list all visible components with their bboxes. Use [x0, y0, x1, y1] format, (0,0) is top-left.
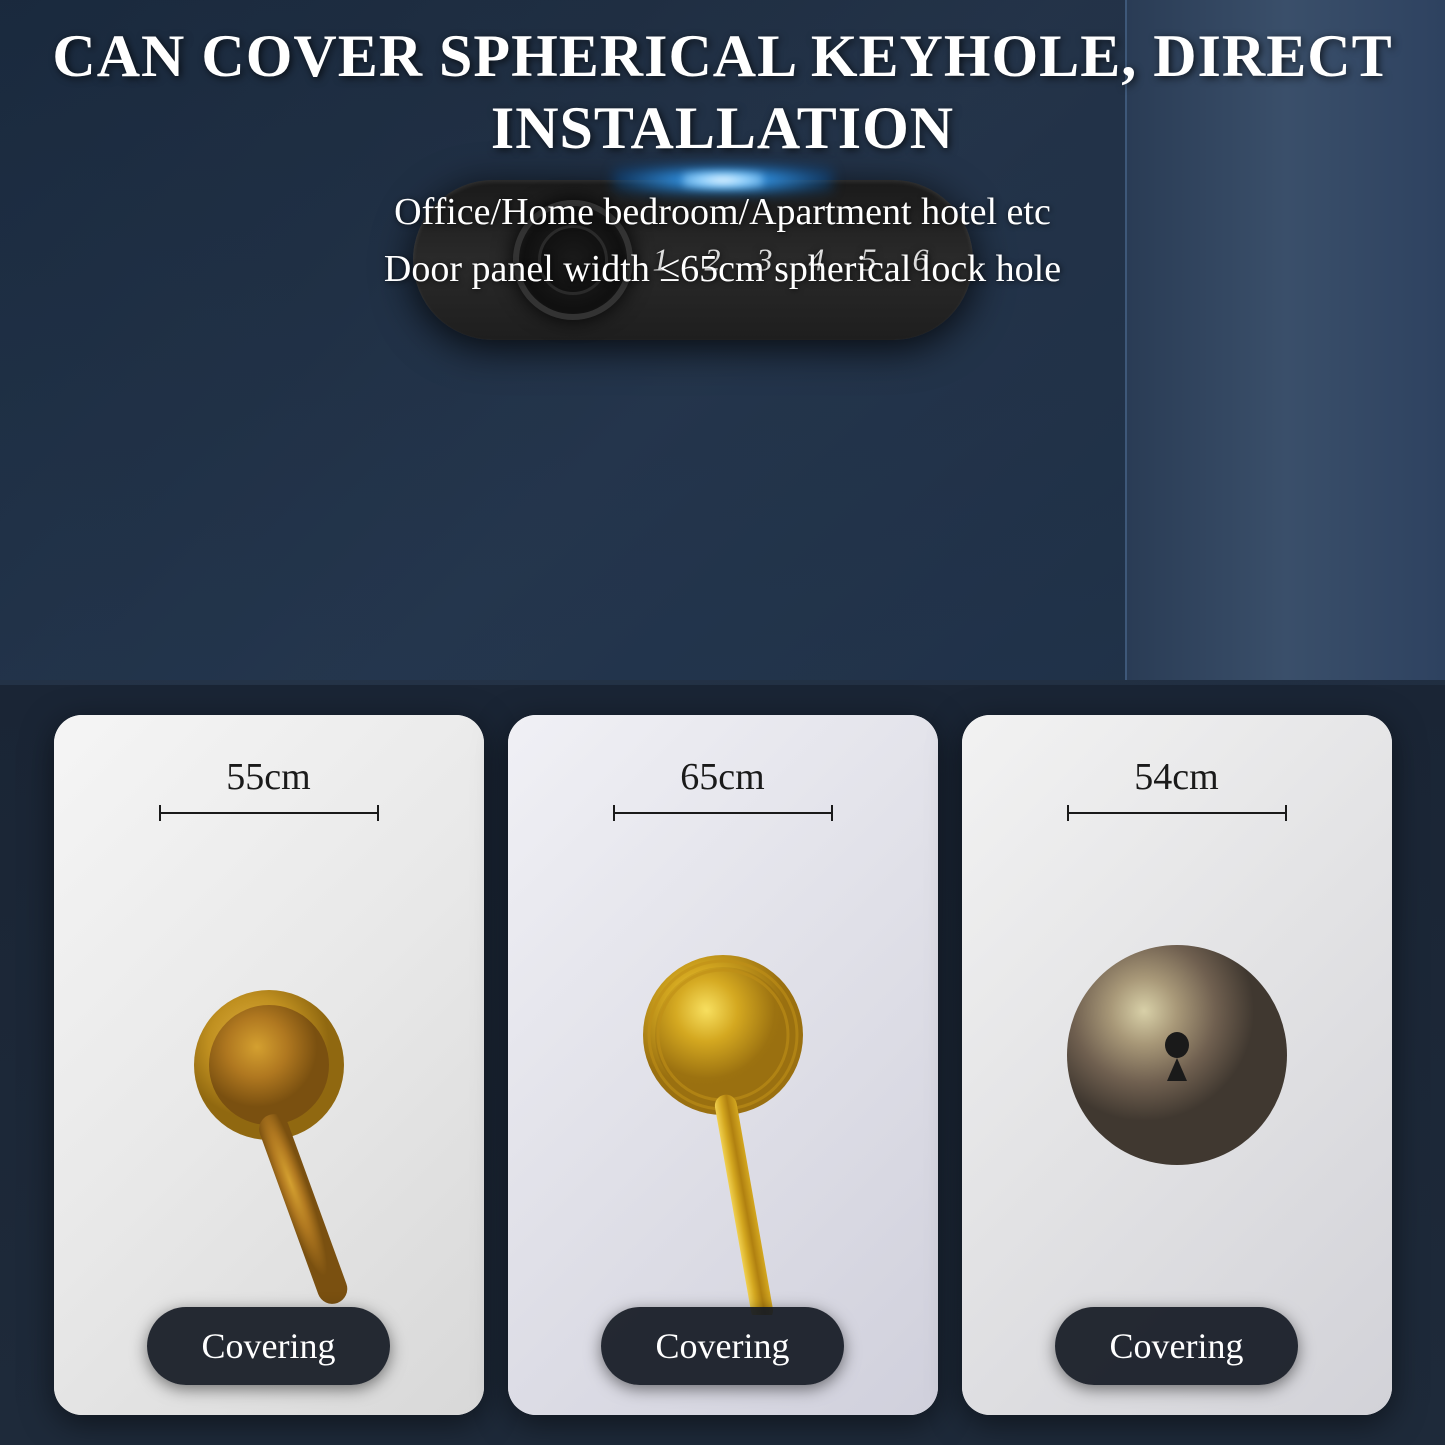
measurement-3: 54cm	[1067, 755, 1287, 821]
cards-section: 55cm	[0, 685, 1445, 1445]
bar-line-1	[161, 812, 377, 814]
knob-handle-svg	[962, 825, 1392, 1315]
covering-badge-1: Covering	[147, 1307, 391, 1385]
gold-handle-svg	[508, 825, 938, 1315]
card-gold-lever: 65cm	[508, 715, 938, 1415]
measurement-value-2: 65cm	[613, 755, 833, 799]
subtext-line1: Office/Home bedroom/Apartment hotel etc	[40, 184, 1405, 241]
bar-line-2	[615, 812, 831, 814]
measurement-1: 55cm	[159, 755, 379, 821]
measurement-2: 65cm	[613, 755, 833, 821]
bar-end-right-1	[377, 805, 379, 821]
bar-end-right-2	[831, 805, 833, 821]
card-bronze-lever: 55cm	[54, 715, 484, 1415]
headline: CAN COVER SPHERICAL KEYHOLE, DIRECT INST…	[40, 20, 1405, 164]
subtext-line2: Door panel width ≤65cm spherical lock ho…	[40, 241, 1405, 298]
bar-end-right-3	[1285, 805, 1287, 821]
text-section: CAN COVER SPHERICAL KEYHOLE, DIRECT INST…	[0, 20, 1445, 298]
covering-badge-2: Covering	[601, 1307, 845, 1385]
measurement-value-1: 55cm	[159, 755, 379, 799]
main-container: CAN COVER SPHERICAL KEYHOLE, DIRECT INST…	[0, 0, 1445, 1445]
card-spherical-knob: 54cm	[962, 715, 1392, 1415]
covering-badge-3: Covering	[1055, 1307, 1299, 1385]
measurement-bar-2	[613, 805, 833, 821]
measurement-bar-1	[159, 805, 379, 821]
bar-line-3	[1069, 812, 1285, 814]
card-image-3	[962, 825, 1392, 1315]
card-image-2	[508, 825, 938, 1315]
bronze-handle-svg	[54, 825, 484, 1315]
measurement-bar-3	[1067, 805, 1287, 821]
card-image-1	[54, 825, 484, 1315]
measurement-value-3: 54cm	[1067, 755, 1287, 799]
